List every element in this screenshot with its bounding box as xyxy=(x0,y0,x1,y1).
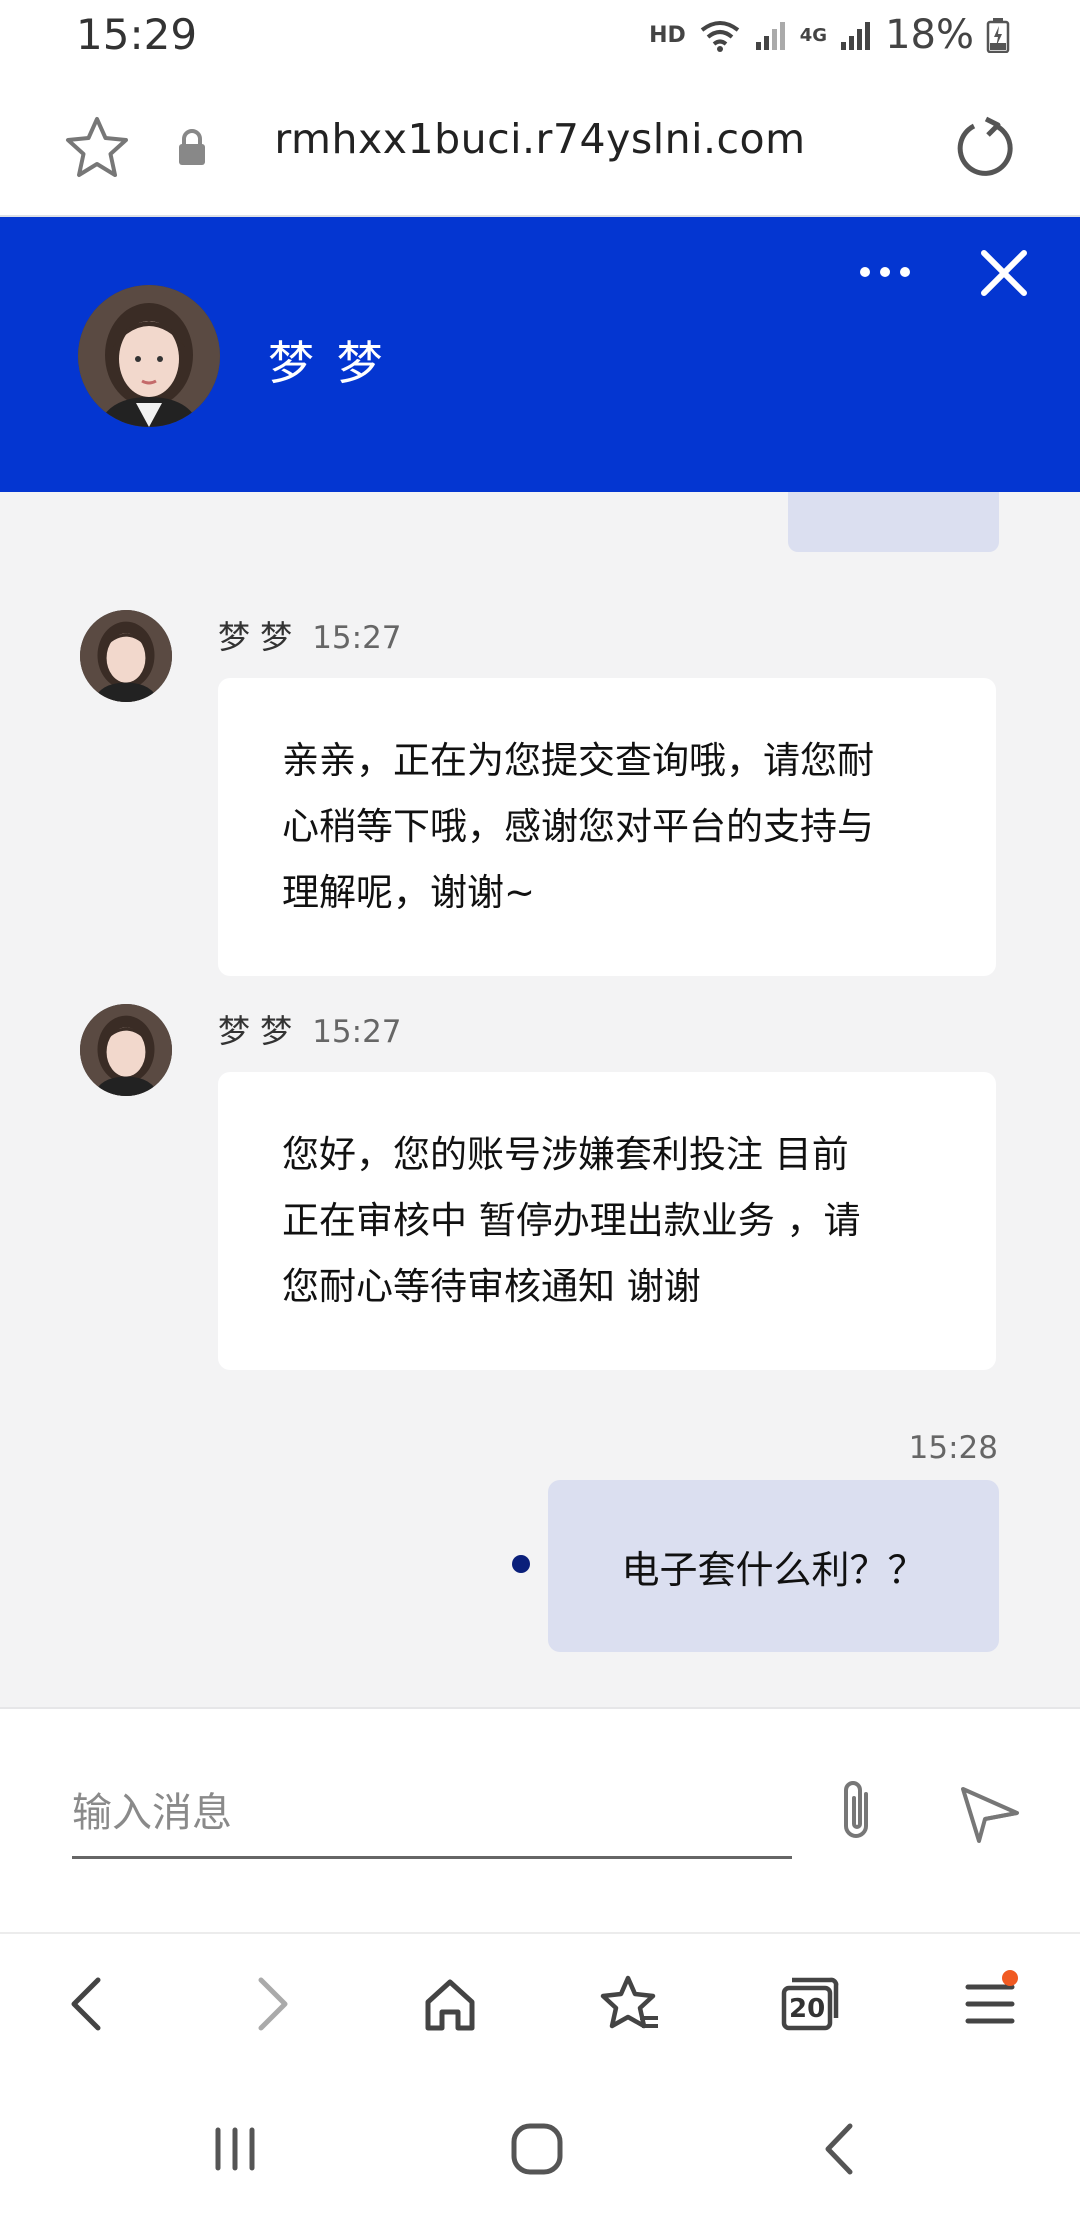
url-text[interactable]: rmhxx1buci.r74yslni.com xyxy=(0,115,1080,163)
sender-name: 梦 梦 xyxy=(218,1012,293,1050)
bookmarks-button[interactable] xyxy=(590,1964,670,2044)
battery-icon xyxy=(986,18,1010,53)
menu-icon xyxy=(965,1984,1015,2024)
status-indicators: HD 4G 18% xyxy=(649,12,1010,58)
signal-icon xyxy=(755,22,785,50)
browser-toolbar: 20 xyxy=(0,1932,1080,2072)
message-time: 15:27 xyxy=(312,1014,402,1050)
tab-count: 20 xyxy=(789,1994,826,2024)
send-icon[interactable] xyxy=(955,1779,1025,1849)
messages-area[interactable]: 梦 梦 15:27 亲亲，正在为您提交查询哦，请您耐 心稍等下哦，感谢您对平台的支… xyxy=(0,492,1080,1707)
message-line: 亲亲，正在为您提交查询哦，请您耐 xyxy=(282,739,874,782)
system-navigation-bar xyxy=(0,2072,1080,2220)
message-time: 15:27 xyxy=(312,620,402,656)
sender-name: 梦 梦 xyxy=(218,618,293,656)
incoming-message-bubble: 您好，您的账号涉嫌套利投注 目前 正在审核中 暂停办理出款业务 ，请 您耐心等待… xyxy=(218,1072,996,1370)
home-button[interactable] xyxy=(410,1964,490,2044)
message-input[interactable] xyxy=(72,1769,792,1859)
message-line: 您好，您的账号涉嫌套利投注 目前 xyxy=(282,1133,849,1176)
message-meta: 梦 梦 15:27 xyxy=(218,1006,402,1052)
message-line: 正在审核中 暂停办理出款业务 ，请 xyxy=(282,1199,861,1242)
network-type: 4G xyxy=(799,24,828,46)
more-options-icon[interactable] xyxy=(855,252,915,292)
status-time: 15:29 xyxy=(76,10,198,59)
message-line: 心稍等下哦，感谢您对平台的支持与 xyxy=(282,805,874,848)
close-icon[interactable] xyxy=(978,247,1030,299)
recent-apps-icon[interactable] xyxy=(200,2114,270,2184)
chat-header: 梦 梦 xyxy=(0,217,1080,492)
wifi-icon xyxy=(700,21,740,52)
forward-arrow-icon xyxy=(258,1977,288,2031)
outgoing-message-time: 15:28 xyxy=(908,1430,998,1466)
message-line: 您耐心等待审核通知 谢谢 xyxy=(282,1265,701,1308)
back-arrow-icon xyxy=(71,1977,101,2031)
attachment-icon[interactable] xyxy=(828,1774,886,1850)
agent-avatar xyxy=(78,285,220,427)
menu-button[interactable] xyxy=(950,1964,1030,2044)
tabs-button[interactable]: 20 xyxy=(770,1964,850,2044)
previous-message-bubble xyxy=(788,492,999,552)
incoming-message-bubble: 亲亲，正在为您提交查询哦，请您耐 心稍等下哦，感谢您对平台的支持与 理解呢，谢谢… xyxy=(218,678,996,976)
home-icon xyxy=(425,1979,475,2031)
signal-icon-2 xyxy=(841,22,871,50)
bookmarks-star-icon xyxy=(600,1975,658,2029)
notification-dot xyxy=(1002,1970,1018,1986)
message-avatar xyxy=(80,1004,172,1096)
back-system-icon[interactable] xyxy=(806,2114,876,2184)
reload-icon[interactable] xyxy=(950,113,1020,183)
hd-indicator: HD xyxy=(649,22,686,48)
message-composer xyxy=(0,1707,1080,1932)
status-bar: 15:29 HD 4G 18% xyxy=(0,0,1080,75)
agent-name: 梦 梦 xyxy=(268,336,387,390)
message-meta: 梦 梦 15:27 xyxy=(218,612,402,658)
browser-address-bar: rmhxx1buci.r74yslni.com xyxy=(0,75,1080,217)
back-button[interactable] xyxy=(47,1964,127,2044)
outgoing-message-bubble: 电子套什么利？？ xyxy=(548,1480,999,1652)
message-line: 理解呢，谢谢~ xyxy=(282,871,536,914)
forward-button[interactable] xyxy=(232,1964,312,2044)
battery-percent: 18% xyxy=(885,12,974,58)
message-avatar xyxy=(80,610,172,702)
home-system-icon[interactable] xyxy=(502,2114,572,2184)
unread-status-dot xyxy=(512,1555,530,1573)
